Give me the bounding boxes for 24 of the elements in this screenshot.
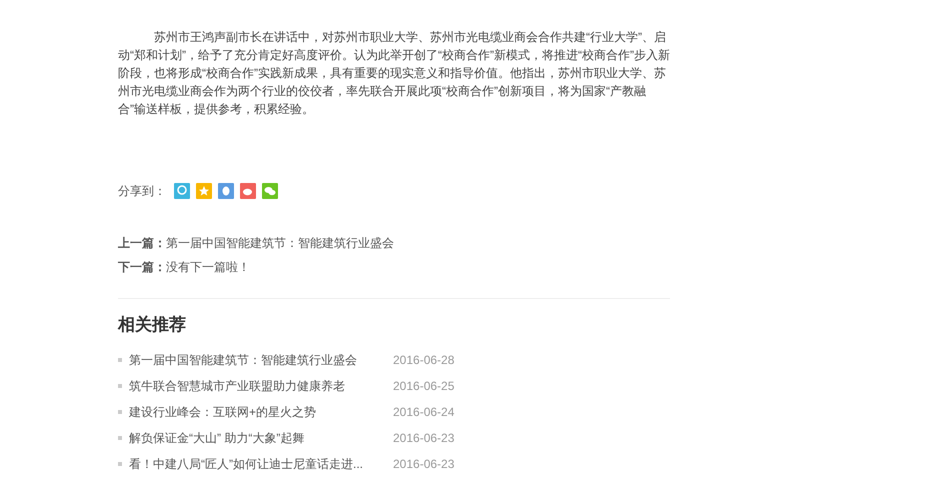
date-text: 2016-06-23 [393, 430, 454, 447]
bullet-icon [118, 436, 122, 440]
article-link[interactable]: 第一届中国智能建筑节：智能建筑行业盛会 [166, 234, 394, 252]
related-link[interactable]: 第一届中国智能建筑节：智能建筑行业盛会 [129, 351, 393, 369]
share-label: 分享到： [118, 183, 166, 200]
date-text: 2016-06-24 [393, 404, 454, 421]
bullet-icon [118, 384, 122, 388]
date-text: 2016-06-28 [393, 352, 454, 369]
circle-logo-icon[interactable] [174, 183, 190, 199]
bullet-icon [118, 410, 122, 414]
nav-label: 下一篇： [118, 259, 166, 276]
related-link[interactable]: 解负保证金“大山” 助力“大象”起舞 [129, 429, 393, 447]
related-link[interactable]: 筑牛联合智慧城市产业联盟助力健康养老 [129, 377, 393, 395]
chat-bubbles-icon[interactable] [262, 183, 278, 199]
nav-label: 上一篇： [118, 235, 166, 252]
date-text: 2016-06-23 [393, 456, 454, 473]
article-paragraph: 苏州市王鸿声副市长在讲话中，对苏州市职业大学、苏州市光电缆业商会合作共建“行业大学”、启动“郑和计划”，给予了充分肯定好高度评价。认为此举开创了“校商合作”新模式，将推进“校商合作”步入新阶段，也将形成“校商合作”实践新成果，具有重要的现实意义和指导价值。他指出，苏州市职业大学、苏州市光电缆业商会作为两个行业的佼佼者，率先联合开展此项“校商合作”创新项目，将为国家“产教融合”输送样板，提供参考，积累经验。 [118, 29, 670, 118]
bullet-icon [118, 462, 122, 466]
date-text: 2016-06-25 [393, 378, 454, 395]
bullet-icon [118, 358, 122, 362]
section-heading: 相关推荐 [118, 314, 187, 336]
related-link[interactable]: 看！中建八局“匠人”如何让迪士尼童话走进... [129, 455, 393, 473]
article-link[interactable]: 没有下一篇啦！ [166, 258, 250, 276]
related-link[interactable]: 建设行业峰会：互联网+的星火之势 [129, 403, 393, 421]
